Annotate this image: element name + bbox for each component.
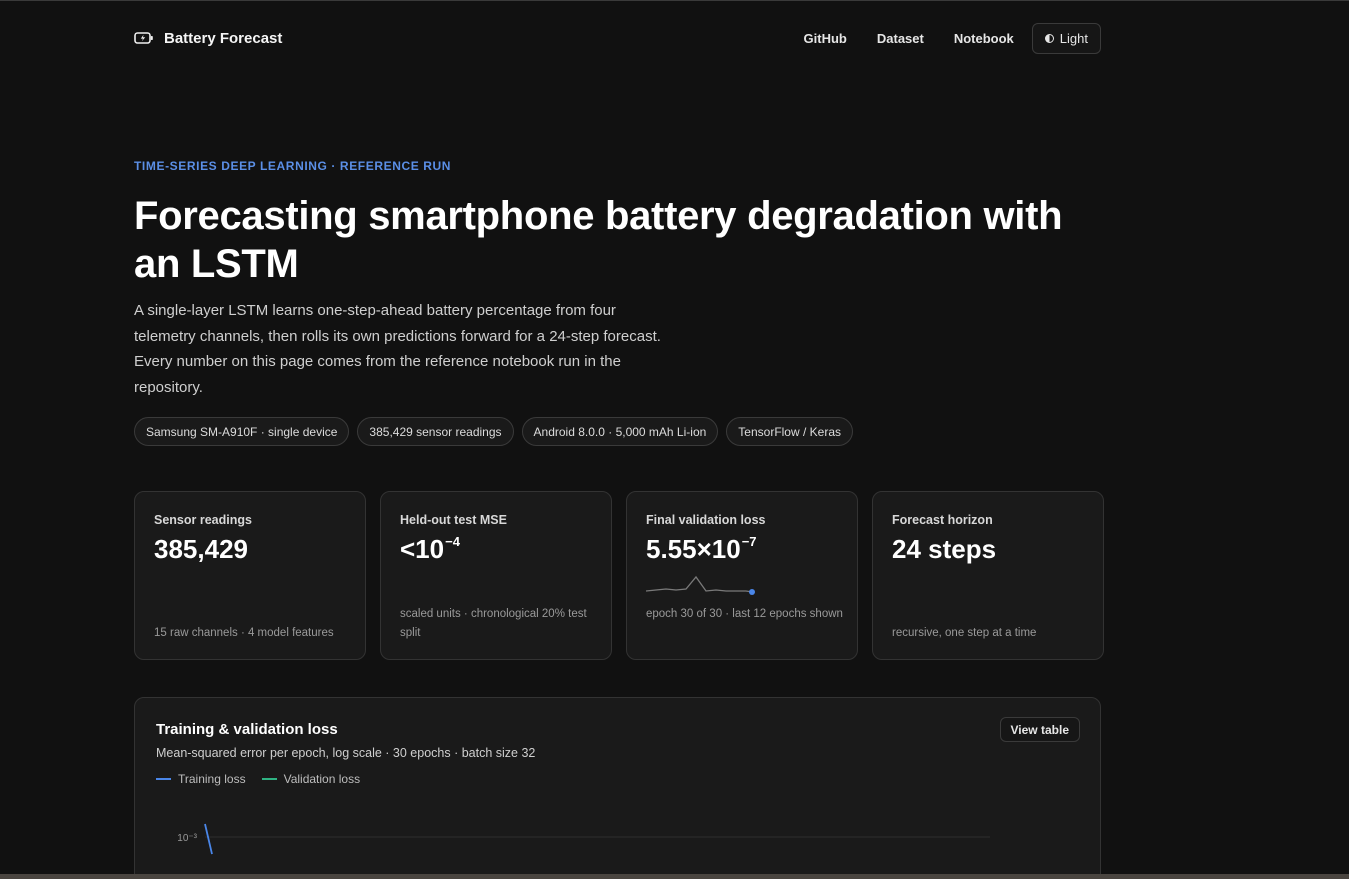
stat-cards: Sensor readings 385,429 15 raw channels … — [134, 491, 1104, 660]
legend-label: Validation loss — [283, 772, 361, 786]
stat-note: scaled units · chronological 20% test sp… — [400, 608, 587, 639]
stat-value: 5.55×10−7 — [646, 534, 757, 564]
series-line-training — [204, 823, 213, 855]
chip-list: Samsung SM-A910F · single device 385,429… — [134, 417, 853, 446]
stat-label: Sensor readings — [154, 513, 252, 527]
chip-platform: Android 8.0.0 · 5,000 mAh Li-ion — [521, 417, 719, 446]
stat-card-test-mse: Held-out test MSE <10−4 scaled units · c… — [380, 491, 612, 660]
eyebrow: TIME-SERIES DEEP LEARNING · REFERENCE RU… — [134, 159, 452, 173]
y-tick-label: 10⁻³ — [177, 833, 197, 844]
stat-note: recursive, one step at a time — [892, 627, 1037, 639]
lead-paragraph: A single-layer LSTM learns one-step-ahea… — [134, 302, 661, 396]
sparkline-line — [646, 575, 753, 593]
battery-icon — [134, 32, 153, 44]
sparkline-last-point — [749, 589, 755, 595]
nav-link-notebook[interactable]: Notebook — [939, 31, 1029, 46]
stat-value: 385,429 — [154, 534, 248, 564]
top-nav: GitHub Dataset Notebook Light — [789, 22, 1101, 54]
stat-note: epoch 30 of 30 · last 12 epochs shown — [646, 608, 843, 620]
chip-device: Samsung SM-A910F · single device — [134, 417, 350, 446]
theme-toggle-button[interactable]: Light — [1031, 22, 1101, 54]
brand[interactable]: Battery Forecast — [134, 30, 282, 47]
site-header: Battery Forecast GitHub Dataset Notebook… — [134, 22, 1101, 54]
stat-note: 15 raw channels · 4 model features — [154, 627, 334, 639]
chip-framework: TensorFlow / Keras — [726, 417, 853, 446]
stat-label: Final validation loss — [646, 513, 766, 527]
theme-toggle-label: Light — [1059, 30, 1088, 46]
loss-chart: 10⁻³ — [177, 823, 990, 855]
validation-sparkline — [646, 575, 755, 595]
view-table-button[interactable]: View table — [999, 717, 1080, 742]
stat-exponent: −7 — [741, 534, 757, 550]
panel-subtitle: Mean-squared error per epoch, log scale … — [156, 746, 536, 760]
nav-link-dataset[interactable]: Dataset — [862, 31, 939, 46]
stat-card-forecast-horizon: Forecast horizon 24 steps recursive, one… — [872, 491, 1104, 660]
panel-title: Training & validation loss — [156, 721, 338, 738]
stat-card-sensor-readings: Sensor readings 385,429 15 raw channels … — [134, 491, 366, 660]
stat-value: <10−4 — [400, 534, 460, 564]
contrast-icon — [1044, 33, 1054, 43]
stat-exponent: −4 — [445, 534, 460, 550]
stat-value: 24 steps — [892, 534, 997, 564]
legend-label: Training loss — [178, 772, 246, 786]
page-title: Forecasting smartphone battery degradati… — [134, 194, 1063, 286]
legend-training[interactable]: Training loss — [156, 772, 246, 786]
stat-label: Held-out test MSE — [400, 513, 507, 527]
loss-chart-panel: Training & validation loss Mean-squared … — [134, 697, 1101, 879]
stat-card-validation-loss: Final validation loss 5.55×10−7 epoch 30… — [626, 491, 858, 660]
chart-legend: Training loss Validation loss — [156, 772, 360, 786]
chip-readings: 385,429 sensor readings — [357, 417, 514, 446]
legend-swatch-validation — [261, 778, 277, 780]
legend-validation[interactable]: Validation loss — [261, 772, 361, 786]
nav-link-github[interactable]: GitHub — [789, 31, 862, 46]
legend-swatch-training — [156, 778, 171, 780]
brand-name: Battery Forecast — [164, 29, 283, 47]
stat-label: Forecast horizon — [892, 513, 993, 527]
